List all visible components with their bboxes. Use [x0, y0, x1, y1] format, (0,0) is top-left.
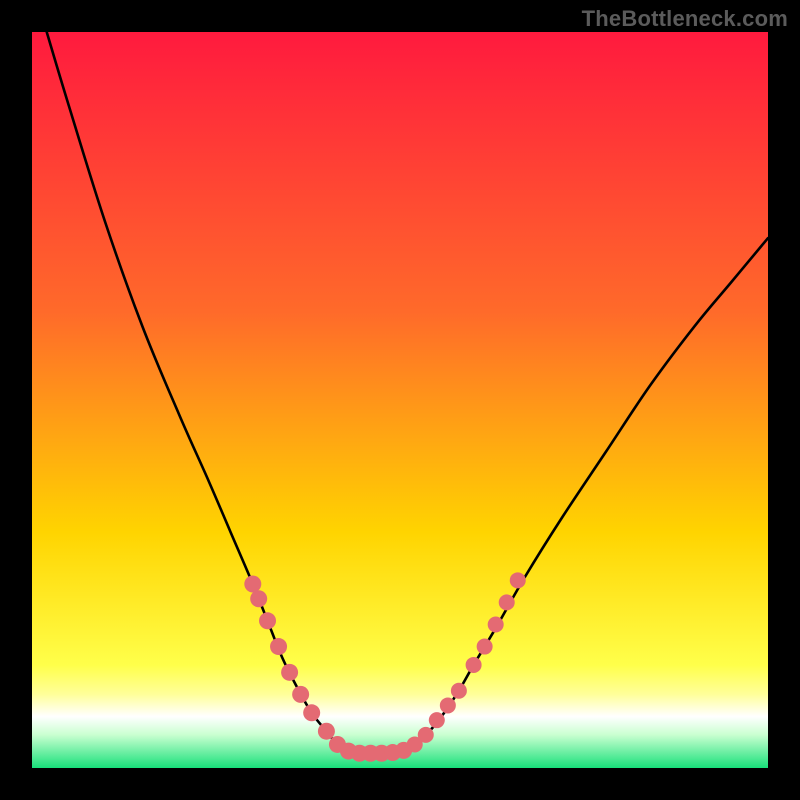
data-marker — [466, 657, 482, 673]
data-marker — [303, 704, 320, 721]
data-marker — [477, 639, 493, 655]
data-marker — [250, 590, 267, 607]
data-marker — [244, 576, 261, 593]
data-marker — [451, 683, 467, 699]
data-marker — [418, 727, 434, 743]
frame: TheBottleneck.com — [0, 0, 800, 800]
data-marker — [281, 664, 298, 681]
data-marker — [270, 638, 287, 655]
data-marker — [429, 712, 445, 728]
data-marker — [488, 616, 504, 632]
data-marker — [292, 686, 309, 703]
data-marker — [510, 572, 526, 588]
chart-svg — [32, 32, 768, 768]
gradient-background — [32, 32, 768, 768]
data-marker — [395, 742, 412, 759]
watermark-text: TheBottleneck.com — [582, 6, 788, 32]
data-marker — [499, 594, 515, 610]
plot-area — [32, 32, 768, 768]
data-marker — [259, 612, 276, 629]
data-marker — [318, 723, 335, 740]
data-marker — [440, 697, 456, 713]
